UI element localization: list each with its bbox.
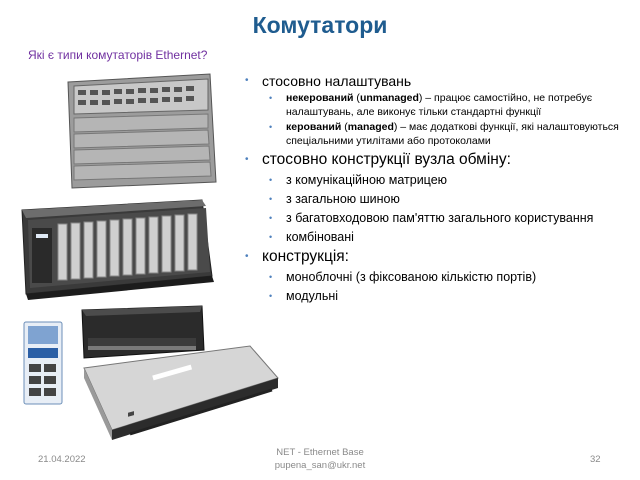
bullet-l2: • комбіновані [269,230,354,244]
bullet-l2: • моноблочні (з фіксованою кількістю порт… [269,270,537,284]
bullet-l2: • модульні [269,289,339,303]
bullet-l1: • конструкція: [245,248,349,265]
footer-date: 21.04.2022 [38,454,86,465]
bullet-dot-icon: • [269,122,273,132]
bullet-dot-icon: • [269,175,273,185]
bullet-dot-icon: • [269,291,273,301]
slide-title: Комутатори [252,12,388,38]
bullet-dot-icon: • [269,213,273,223]
bullet-l2: • керований (managed) – має додаткові фун… [269,121,619,147]
footer-course: NET - Ethernet Base [276,447,364,458]
page-number: 32 [590,454,601,465]
footer-center: NET - Ethernet Base pupena_san@ukr.net [240,446,400,472]
slide-subtitle: Які є типи комутаторів Ethernet? [28,48,208,62]
bullet-l2: • з багатовходовою пам'яттю загального ко… [269,211,594,225]
bullet-l1: • стосовно налаштувань [245,73,412,89]
bullet-dot-icon: • [269,93,273,103]
bullet-dot-icon: • [269,232,273,242]
rack-switch-image [21,199,214,300]
chassis-switch-image [67,73,217,189]
din-rail-switch-image [23,321,63,405]
bullet-dot-icon: • [269,272,273,282]
bullet-l1: • стосовно конструкції вузла обміну: [245,151,511,168]
footer-email: pupena_san@ukr.net [274,460,366,471]
bullet-l2: • з комунікаційною матрицею [269,173,448,187]
bullet-list: • стосовно налаштувань • некерований (unma… [242,68,632,304]
bullet-dot-icon: • [245,154,249,165]
bullet-dot-icon: • [245,251,249,262]
bullet-l2: • з загальною шиною [269,192,400,206]
bullet-dot-icon: • [269,194,273,204]
bullet-dot-icon: • [245,75,249,86]
rackmount-switch-image [83,345,279,440]
bullet-l2: • некерований (unmanaged) – працює самост… [269,92,593,118]
